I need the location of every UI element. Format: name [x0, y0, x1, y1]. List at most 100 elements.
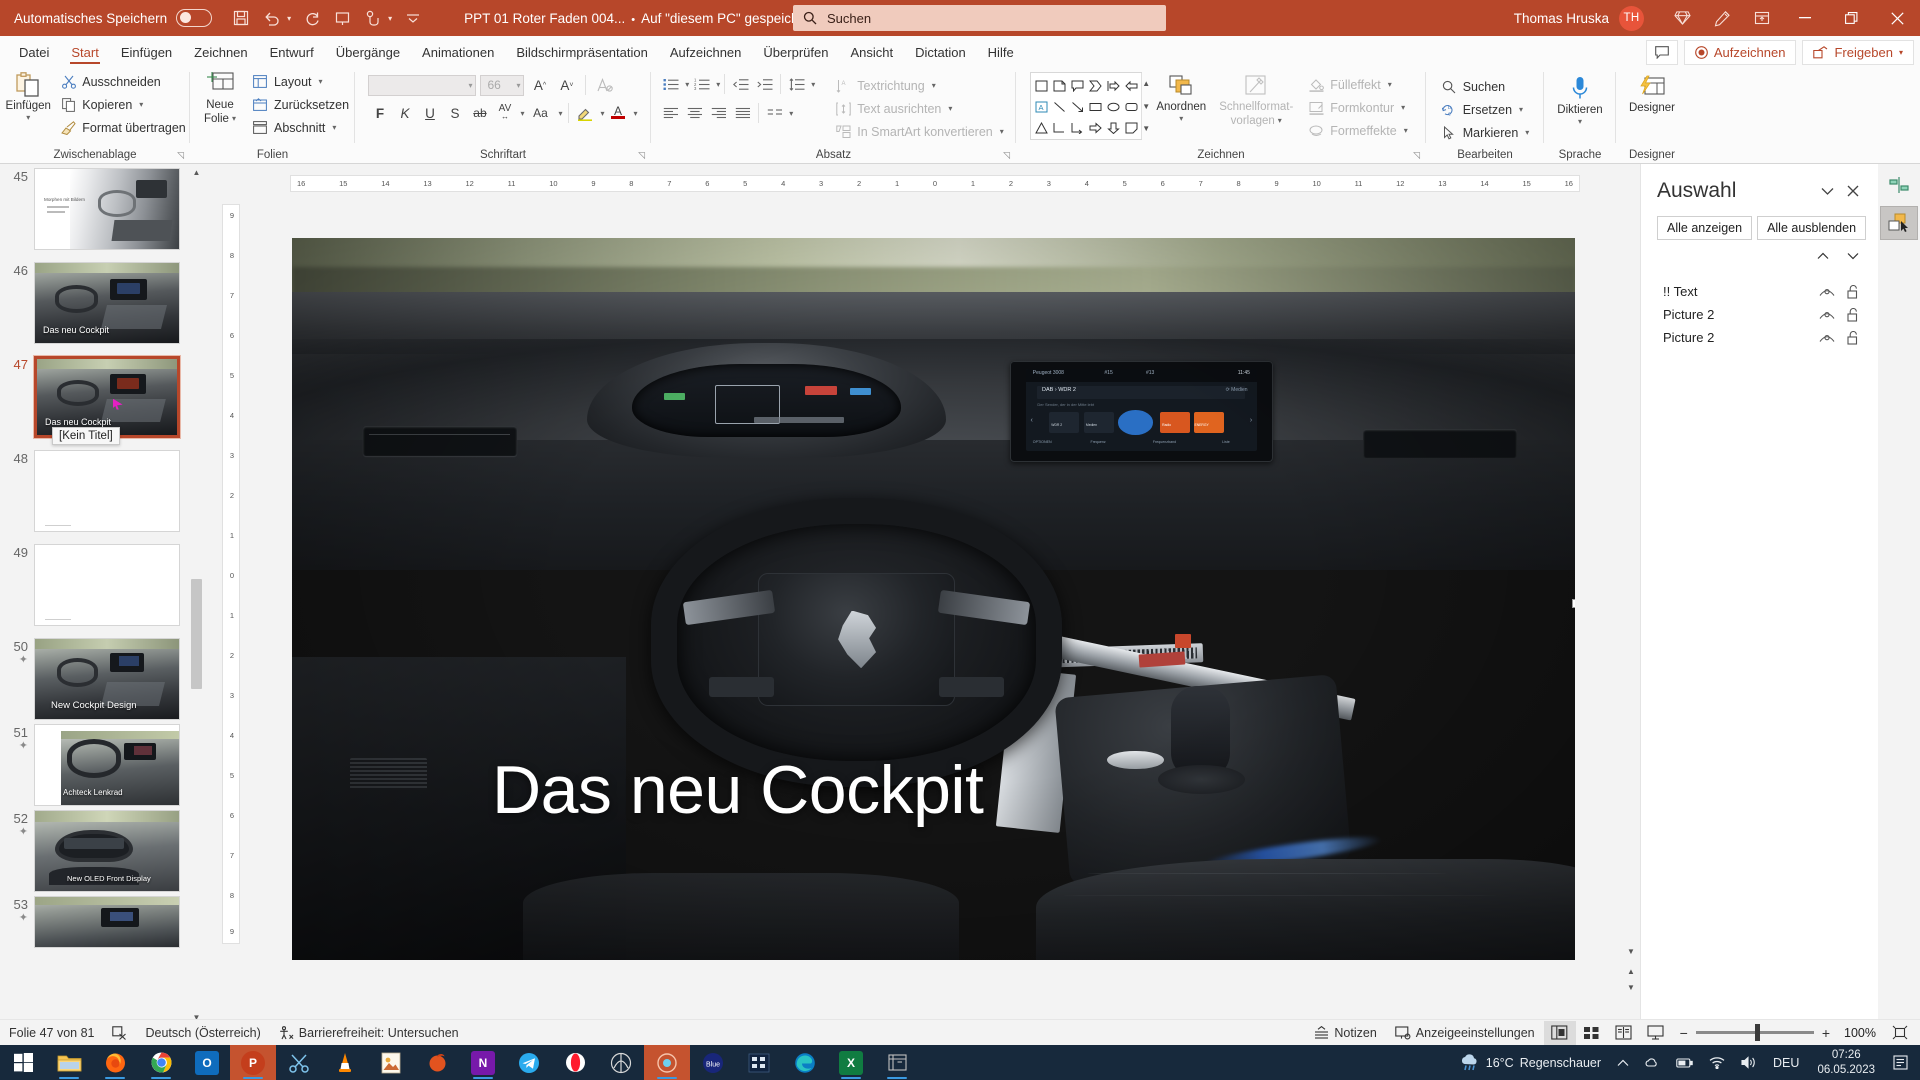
paste-dropdown-icon[interactable]: ▾	[26, 113, 30, 122]
shape-chevron[interactable]	[1086, 75, 1104, 96]
zoom-slider[interactable]: − + 100%	[1672, 1024, 1884, 1041]
edit-pen-icon[interactable]	[1702, 4, 1742, 32]
decrease-font-size-button[interactable]: A ˅	[555, 74, 578, 96]
text-direction-button[interactable]: A Textrichtung ▾	[831, 74, 1007, 97]
text-direction-dropdown-icon[interactable]: ▾	[932, 81, 936, 90]
visibility-eye-icon[interactable]	[1814, 332, 1840, 343]
shape-elbow-connector[interactable]	[1050, 117, 1068, 138]
shapes-scroll-down-icon[interactable]: ▼	[1142, 96, 1150, 117]
battery-tray-button[interactable]	[1668, 1057, 1701, 1069]
dictate-button[interactable]: Diktieren ▾	[1549, 73, 1611, 126]
shape-effects-dropdown-icon[interactable]: ▾	[1404, 126, 1408, 135]
blue-app-button[interactable]: Blue	[690, 1045, 736, 1080]
image-viewer-button[interactable]	[368, 1045, 414, 1080]
autosave-toggle[interactable]	[176, 9, 213, 27]
reset-button[interactable]: Zurücksetzen	[248, 93, 353, 116]
bullets-button[interactable]	[659, 73, 682, 95]
shape-block-arrow-right[interactable]	[1104, 75, 1122, 96]
file-explorer-button[interactable]	[46, 1045, 92, 1080]
character-spacing-dropdown-icon[interactable]: ▾	[520, 109, 524, 118]
send-backward-icon[interactable]	[1840, 246, 1866, 266]
shape-rounded-rectangle[interactable]	[1122, 96, 1140, 117]
outlook-button[interactable]: O	[184, 1045, 230, 1080]
weather-widget[interactable]: 16°C Regenschauer	[1452, 1053, 1609, 1072]
shapes-gallery-more-icon[interactable]: ▼	[1142, 118, 1150, 139]
keyboard-language[interactable]: DEU	[1765, 1056, 1807, 1070]
audio-app-button[interactable]	[644, 1045, 690, 1080]
strikethrough-button[interactable]: ab	[468, 102, 491, 124]
copy-dropdown-icon[interactable]: ▾	[139, 100, 143, 109]
shape-folded-corner[interactable]	[1122, 117, 1140, 138]
bring-forward-icon[interactable]	[1810, 246, 1836, 266]
increase-indent-button[interactable]	[753, 73, 776, 95]
search-box[interactable]: Suchen	[793, 5, 1166, 31]
show-hidden-icons-button[interactable]	[1609, 1059, 1637, 1067]
vlc-button[interactable]	[322, 1045, 368, 1080]
font-color-dropdown-icon[interactable]: ▾	[634, 109, 638, 118]
replace-button[interactable]: b c Ersetzen ▾	[1437, 98, 1534, 121]
zoom-track[interactable]	[1695, 1024, 1814, 1041]
columns-dropdown-icon[interactable]: ▾	[789, 109, 793, 118]
list-item[interactable]: 46 Das neu Cockpit	[0, 262, 205, 344]
shape-document[interactable]	[1050, 75, 1068, 96]
display-settings-button[interactable]: Anzeigeeinstellungen	[1386, 1020, 1544, 1046]
undo-dropdown-icon[interactable]: ▾	[286, 14, 297, 23]
visibility-eye-icon[interactable]	[1814, 309, 1840, 320]
animation-star-icon[interactable]: ✦	[0, 740, 28, 752]
media-app-button[interactable]	[598, 1045, 644, 1080]
align-left-button[interactable]	[659, 102, 682, 124]
animation-star-icon[interactable]: ✦	[0, 654, 28, 666]
onenote-button[interactable]: N	[460, 1045, 506, 1080]
clock[interactable]: 07:26 06.05.2023	[1807, 1048, 1885, 1077]
selection-item-picture-2[interactable]: Picture 2	[1641, 326, 1878, 349]
shapes-gallery[interactable]: A ▲ ▼ ▼	[1030, 72, 1151, 140]
bullets-dropdown-icon[interactable]: ▾	[685, 80, 689, 89]
selection-pane-icon[interactable]	[1880, 206, 1918, 240]
shape-arrow-down-block[interactable]	[1104, 117, 1122, 138]
telegram-button[interactable]	[506, 1045, 552, 1080]
lock-open-icon[interactable]	[1840, 284, 1866, 299]
accessibility-status[interactable]: Barrierefreiheit: Untersuchen	[270, 1020, 468, 1046]
line-spacing-dropdown-icon[interactable]: ▾	[811, 80, 815, 89]
numbering-button[interactable]: 1 2 3	[690, 73, 713, 95]
shape-rectangle[interactable]	[1032, 75, 1050, 96]
tab-zeichnen[interactable]: Zeichnen	[183, 41, 258, 66]
selection-item-text[interactable]: !! Text	[1641, 280, 1878, 303]
text-highlight-dropdown-icon[interactable]: ▾	[601, 109, 605, 118]
character-spacing-button[interactable]: AV ↔	[493, 102, 516, 124]
zoom-in-button[interactable]: +	[1822, 1025, 1830, 1041]
thumbnail-scrollbar-thumb[interactable]	[191, 579, 202, 689]
arrange-button[interactable]: Anordnen ▾	[1150, 72, 1212, 123]
google-chrome-button[interactable]	[138, 1045, 184, 1080]
cut-button[interactable]: Ausschneiden	[56, 70, 190, 93]
list-item[interactable]: 49	[0, 544, 205, 626]
shape-outline-button[interactable]: Formkontur ▾	[1304, 96, 1411, 119]
shape-arrow[interactable]	[1068, 96, 1086, 117]
clear-formatting-button[interactable]	[593, 74, 616, 96]
excel-button[interactable]: X	[828, 1045, 874, 1080]
normal-view-button[interactable]	[1543, 1020, 1576, 1045]
quick-styles-button[interactable]: Schnellformat- vorlagen ▾	[1219, 72, 1293, 128]
share-dropdown-icon[interactable]: ▾	[1899, 48, 1903, 57]
align-text-dropdown-icon[interactable]: ▾	[948, 104, 952, 113]
document-title[interactable]: PPT 01 Roter Faden 004... • Auf "diesem PC…	[464, 11, 832, 26]
drawing-dialog-launcher[interactable]: ◹	[1413, 150, 1420, 161]
format-painter-button[interactable]: Format übertragen	[56, 116, 190, 139]
tab-bildschirmpraesentation[interactable]: Bildschirmpräsentation	[505, 41, 659, 66]
network-tray-button[interactable]	[1701, 1056, 1733, 1069]
slideshow-button[interactable]	[1640, 1021, 1672, 1045]
numbering-dropdown-icon[interactable]: ▾	[716, 80, 720, 89]
minimize-button[interactable]	[1782, 0, 1828, 36]
tab-datei[interactable]: Datei	[8, 41, 60, 66]
slide-thumbnail-pane[interactable]: 45 Morphen mit Bildern 46 Das neu Cockpi…	[0, 164, 205, 1025]
thumbnail-48[interactable]	[34, 450, 180, 532]
touch-mode-icon[interactable]	[357, 4, 387, 32]
font-face-input[interactable]: ▾	[368, 74, 477, 96]
list-item[interactable]: 52 ✦ New OLED Front Display	[0, 810, 205, 892]
font-color-button[interactable]: A	[607, 102, 630, 124]
smartart-dropdown-icon[interactable]: ▾	[1000, 127, 1004, 136]
tab-dictation[interactable]: Dictation	[904, 41, 977, 66]
show-all-button[interactable]: Alle anzeigen	[1657, 216, 1753, 240]
hide-all-button[interactable]: Alle ausblenden	[1757, 216, 1867, 240]
lock-open-icon[interactable]	[1840, 330, 1866, 345]
